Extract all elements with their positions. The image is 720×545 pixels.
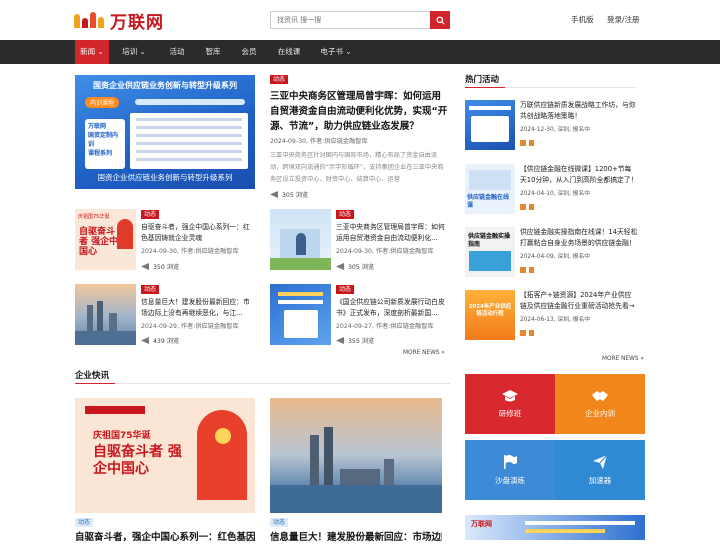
nav-item-thinktank[interactable]: 智库 bbox=[198, 40, 228, 64]
enterprise-section-accent bbox=[75, 383, 115, 384]
featured-tag[interactable]: 动态 bbox=[270, 75, 289, 84]
article-tag-1[interactable]: 动态 bbox=[141, 210, 160, 219]
article-tag-4[interactable]: 动态 bbox=[336, 285, 355, 294]
nav-item-online-course[interactable]: 在线课 bbox=[272, 40, 306, 64]
logo-mark-icon bbox=[74, 10, 108, 30]
article-meta-4: 2024-09-27, 作者:供应链金融智库 bbox=[336, 323, 434, 330]
article-tag-3[interactable]: 动态 bbox=[141, 285, 160, 294]
article-image-4[interactable] bbox=[270, 284, 331, 345]
search-button[interactable] bbox=[430, 11, 450, 29]
enterprise-section-title: 企业快讯 bbox=[75, 371, 110, 381]
graduation-cap-icon bbox=[502, 390, 518, 402]
hot-title-2[interactable]: 【供应链金融在线微课】1200+节每天10分钟，从入门到高阶全都搞定了！ bbox=[520, 164, 638, 186]
featured-banner-title: 国资企业供应链业务创新与转型升级系列 bbox=[93, 81, 237, 90]
article-views-1: 350 浏览 bbox=[141, 262, 179, 271]
enterprise-section-divider bbox=[115, 383, 450, 384]
hot-actions-3[interactable] bbox=[520, 267, 534, 273]
enterprise-card-tag-1[interactable]: 动态 bbox=[75, 518, 94, 527]
nav-item-events[interactable]: 活动 bbox=[162, 40, 192, 64]
hot-meta-1: 2024-12-30, 深圳, 报名中 bbox=[520, 127, 591, 133]
hot-title-4[interactable]: 【拓客产+链资源】2024年产业供应链及供应链金融行业重磅活动抢先看→ bbox=[520, 290, 638, 312]
share-icon bbox=[336, 337, 344, 344]
article-tag-2[interactable]: 动态 bbox=[336, 210, 355, 219]
article-title-4[interactable]: 《国企供应链公司新质发展行动白皮书》正式发布，深度剖析最新国... bbox=[336, 297, 450, 319]
article-meta-2: 2024-09-30, 作者:供应链金融智库 bbox=[336, 248, 434, 255]
article-views-2: 305 浏览 bbox=[336, 262, 374, 271]
hot-section-accent bbox=[465, 87, 505, 88]
article-title-2[interactable]: 三亚中央商务区管理局曾宇晖：如何运用自贸港资金自由流动便利化... bbox=[336, 222, 450, 244]
hot-actions-1[interactable] bbox=[520, 140, 534, 146]
hot-image-4[interactable]: 2024年产业供应链活动行程 bbox=[465, 290, 515, 340]
tile-accelerator[interactable]: 加速器 bbox=[555, 440, 645, 500]
featured-banner-bar bbox=[135, 99, 245, 105]
enterprise-card-title-2[interactable]: 信息量巨大！建发股份最新回应：市场边际上没有再继续恶化 bbox=[270, 530, 442, 545]
login-register-link[interactable]: 登录/注册 bbox=[607, 14, 640, 25]
hot-image-1[interactable] bbox=[465, 100, 515, 150]
featured-desc: 三亚中央商务区针对国内与国际市场，精心布局了资金自由流动，跨境双向流通的“示字形… bbox=[270, 152, 444, 183]
hot-image-2[interactable]: 供应链金融在线课 bbox=[465, 164, 515, 214]
hot-actions-4[interactable] bbox=[520, 330, 534, 336]
tile-inhouse-training[interactable]: 企业内训 bbox=[555, 374, 645, 434]
enterprise-card-image-2[interactable] bbox=[270, 398, 442, 513]
more-news-link[interactable]: MORE NEWS » bbox=[403, 350, 445, 356]
site-header: 万联网 手机版 登录/注册 bbox=[0, 0, 720, 40]
article-views-4: 355 浏览 bbox=[336, 336, 374, 345]
site-logo[interactable]: 万联网 bbox=[74, 8, 164, 33]
main-nav: 新闻 ⌄ 培训 ⌄ 活动 智库 会员 在线课 电子书 ⌄ bbox=[0, 40, 720, 64]
hot-title-1[interactable]: 万联供应链新质发展战略工作坊，与你共创战略落地策略！ bbox=[520, 100, 638, 122]
share-icon bbox=[141, 337, 149, 344]
enterprise-card-image-1[interactable]: 庆祖国75华诞 自驱奋斗者 强企中国心 bbox=[75, 398, 255, 513]
article-title-3[interactable]: 信息量巨大！建发股份最新回应：市场边际上没有再继续恶化，与江... bbox=[141, 297, 255, 319]
nav-item-ebook[interactable]: 电子书 ⌄ bbox=[316, 40, 356, 64]
share-icon bbox=[141, 263, 149, 270]
mobile-version-link[interactable]: 手机版 bbox=[571, 14, 594, 25]
nav-item-training[interactable]: 培训 ⌄ bbox=[118, 40, 150, 64]
hot-meta-3: 2024-04-09, 深圳, 报名中 bbox=[520, 254, 591, 260]
tile-sandbox[interactable]: 沙盘演练 bbox=[465, 440, 555, 500]
article-image-2[interactable] bbox=[270, 209, 331, 270]
hot-actions-2[interactable] bbox=[520, 204, 534, 210]
enterprise-card-title-1[interactable]: 自驱奋斗者，强企中国心系列一：红色基因铸就企业灵魂 bbox=[75, 530, 255, 545]
featured-banner-side-card: 万联网 国资定制内训 课程系列 bbox=[85, 119, 125, 169]
logo-text: 万联网 bbox=[110, 12, 164, 33]
enterprise-card-tag-2[interactable]: 动态 bbox=[270, 518, 289, 527]
featured-banner-list bbox=[130, 113, 248, 169]
paper-plane-icon bbox=[593, 454, 608, 469]
featured-banner-badge: 内训课程 bbox=[85, 97, 120, 108]
hot-section-divider bbox=[505, 87, 635, 88]
handshake-icon bbox=[592, 391, 608, 401]
article-title-1[interactable]: 自驱奋斗者，强企中国心系列一：红色基因铸就企业灵魂 bbox=[141, 222, 255, 244]
featured-banner-caption: 国资企业供应链业务创新与转型升级系列 bbox=[97, 173, 233, 182]
featured-views: 305 浏览 bbox=[270, 190, 308, 199]
search-bar bbox=[270, 11, 450, 29]
featured-banner-image[interactable]: 国资企业供应链业务创新与转型升级系列 内训课程 万联网 国资定制内训 课程系列 国资… bbox=[75, 75, 255, 189]
hot-more-link[interactable]: MORE NEWS » bbox=[602, 356, 644, 362]
search-icon bbox=[435, 15, 445, 25]
hot-meta-2: 2024-04-10, 深圳, 报名中 bbox=[520, 191, 591, 197]
flag-icon bbox=[504, 455, 517, 469]
sidebar-bottom-banner[interactable]: 万联网 bbox=[465, 515, 645, 540]
nav-item-news[interactable]: 新闻 ⌄ bbox=[75, 40, 109, 64]
featured-title[interactable]: 三亚中央商务区管理局曾宇晖：如何运用自贸港资金自由流动便利化优势，实现“开源、节… bbox=[270, 89, 450, 134]
hot-meta-4: 2024-06-13, 深圳, 报名中 bbox=[520, 317, 591, 323]
tile-workshop[interactable]: 研修班 bbox=[465, 374, 555, 434]
nav-item-membership[interactable]: 会员 bbox=[234, 40, 264, 64]
featured-meta: 2024-09-30, 作者:供应链金融智库 bbox=[270, 138, 368, 145]
search-input[interactable] bbox=[270, 11, 430, 29]
article-image-1[interactable]: 庆祖国75华诞 自驱奋斗者 强企中国心 bbox=[75, 209, 136, 270]
hot-image-3[interactable]: 供应链金融实操指南 bbox=[465, 227, 515, 277]
article-image-3[interactable] bbox=[75, 284, 136, 345]
article-views-3: 439 浏览 bbox=[141, 336, 179, 345]
article-meta-1: 2024-09-30, 作者:供应链金融智库 bbox=[141, 248, 239, 255]
share-icon bbox=[270, 191, 278, 198]
share-icon bbox=[336, 263, 344, 270]
article-meta-3: 2024-09-29, 作者:供应链金融智库 bbox=[141, 323, 239, 330]
hot-title-3[interactable]: 供应链金融实操指南在线课！14天轻松打赢粘合自身业务场景的供应链金融！ bbox=[520, 227, 638, 249]
hot-section-title: 热门活动 bbox=[465, 75, 500, 85]
